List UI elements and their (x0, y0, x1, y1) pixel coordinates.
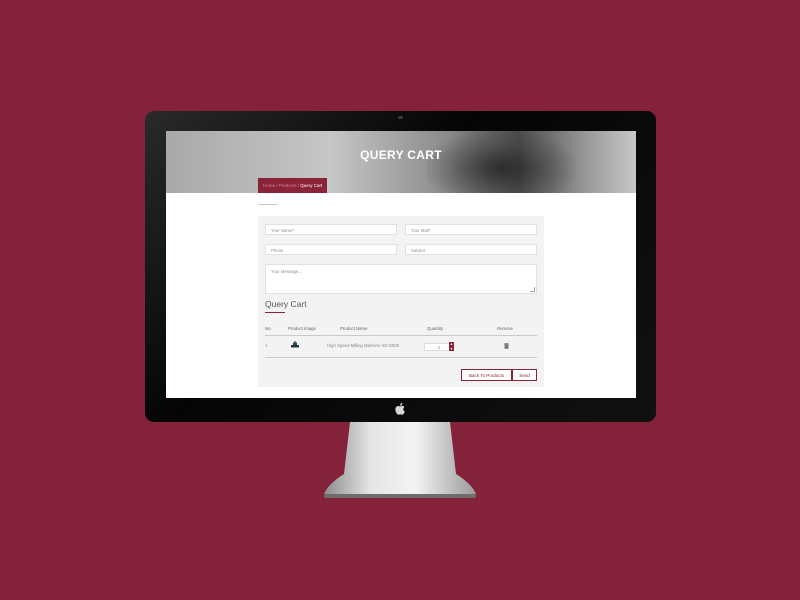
message-textarea[interactable]: Your Message... (265, 264, 537, 294)
page-title: QUERY CART (360, 148, 442, 162)
trash-icon[interactable] (504, 343, 509, 349)
column-header-remove: Remove (497, 326, 514, 331)
table-bottom-rule (265, 357, 537, 358)
cart-title: Query Cart (265, 299, 307, 309)
back-to-products-button[interactable]: Back To Products (461, 369, 512, 381)
send-button[interactable]: Send (512, 369, 537, 381)
product-thumbnail-icon[interactable] (290, 341, 300, 348)
subject-field[interactable]: Subject (405, 244, 537, 255)
phone-field[interactable]: Phone (265, 244, 397, 255)
cart-title-underline (265, 312, 285, 313)
column-header-no: No. (265, 326, 272, 331)
column-header-name: Product Name (340, 326, 368, 331)
column-header-quantity: Quantity (427, 326, 444, 331)
breadcrumb: Home / Products / Query Cart (258, 178, 328, 193)
breadcrumb-parent-links[interactable]: Home / Products / (263, 183, 299, 188)
browser-screen: QUERY CART Home / Products / Query Cart … (166, 131, 636, 398)
resize-handle-icon[interactable] (530, 287, 535, 292)
name-field[interactable]: Your Name* (265, 224, 397, 235)
camera-dot (398, 116, 403, 119)
table-header-rule (265, 335, 537, 336)
apple-logo-icon (394, 403, 406, 415)
breadcrumb-current: Query Cart (300, 183, 323, 188)
divider (258, 204, 278, 205)
email-field[interactable]: Your Mail* (405, 224, 537, 235)
row-number: 1 (265, 343, 268, 348)
product-name[interactable]: High Speed Milling Machine XD-D800 (327, 343, 399, 348)
column-header-image: Product Image (288, 326, 316, 331)
monitor-stand (324, 422, 476, 498)
query-form-panel: Your Name* Your Mail* Phone Subject Your… (258, 216, 544, 387)
hero-banner: QUERY CART (166, 131, 636, 193)
spinner-arrows-icon[interactable]: ▲ ▼ (449, 342, 454, 351)
